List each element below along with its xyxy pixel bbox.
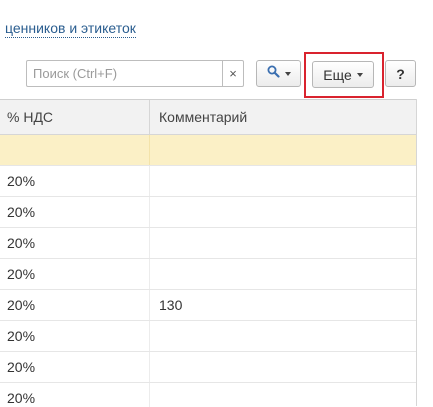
vat-cell: 20% bbox=[0, 383, 150, 407]
vat-cell bbox=[0, 135, 150, 165]
chevron-down-icon bbox=[356, 72, 363, 77]
search-input[interactable] bbox=[27, 61, 223, 86]
table-row[interactable]: 20% 130 bbox=[0, 290, 416, 321]
table-row[interactable]: 20% bbox=[0, 197, 416, 228]
data-table: % НДС Комментарий 20% 20% 20% 20% 20% 13… bbox=[0, 99, 416, 407]
table-row[interactable]: 20% bbox=[0, 228, 416, 259]
table-row[interactable] bbox=[0, 135, 416, 166]
search-icon bbox=[267, 65, 280, 83]
comment-cell bbox=[150, 321, 416, 351]
vat-cell: 20% bbox=[0, 290, 150, 320]
comment-cell bbox=[150, 197, 416, 227]
column-header-comment[interactable]: Комментарий bbox=[150, 100, 416, 134]
help-button[interactable]: ? bbox=[385, 60, 416, 87]
vat-cell: 20% bbox=[0, 321, 150, 351]
comment-cell bbox=[150, 352, 416, 382]
table-row[interactable]: 20% bbox=[0, 352, 416, 383]
print-labels-link[interactable]: ценников и этикеток bbox=[5, 20, 136, 38]
help-button-label: ? bbox=[396, 65, 405, 82]
more-button[interactable]: Еще bbox=[312, 61, 374, 88]
table-row[interactable]: 20% bbox=[0, 383, 416, 407]
table-row[interactable]: 20% bbox=[0, 259, 416, 290]
comment-cell bbox=[150, 166, 416, 196]
vat-cell: 20% bbox=[0, 228, 150, 258]
more-button-label: Еще bbox=[323, 66, 352, 83]
vat-cell: 20% bbox=[0, 197, 150, 227]
vat-cell: 20% bbox=[0, 259, 150, 289]
search-box: × bbox=[26, 60, 244, 87]
column-header-vat[interactable]: % НДС bbox=[0, 100, 150, 134]
table-header: % НДС Комментарий bbox=[0, 100, 416, 135]
scrollbar-edge bbox=[416, 99, 417, 406]
comment-cell bbox=[150, 383, 416, 407]
find-button[interactable] bbox=[256, 60, 301, 87]
close-icon: × bbox=[229, 66, 237, 81]
vat-cell: 20% bbox=[0, 166, 150, 196]
chevron-down-icon bbox=[284, 71, 291, 76]
vat-cell: 20% bbox=[0, 352, 150, 382]
comment-cell bbox=[150, 228, 416, 258]
table-row[interactable]: 20% bbox=[0, 321, 416, 352]
table-row[interactable]: 20% bbox=[0, 166, 416, 197]
comment-cell: 130 bbox=[159, 297, 183, 313]
comment-cell bbox=[150, 135, 416, 165]
clear-search-button[interactable]: × bbox=[222, 61, 243, 86]
comment-cell bbox=[150, 259, 416, 289]
